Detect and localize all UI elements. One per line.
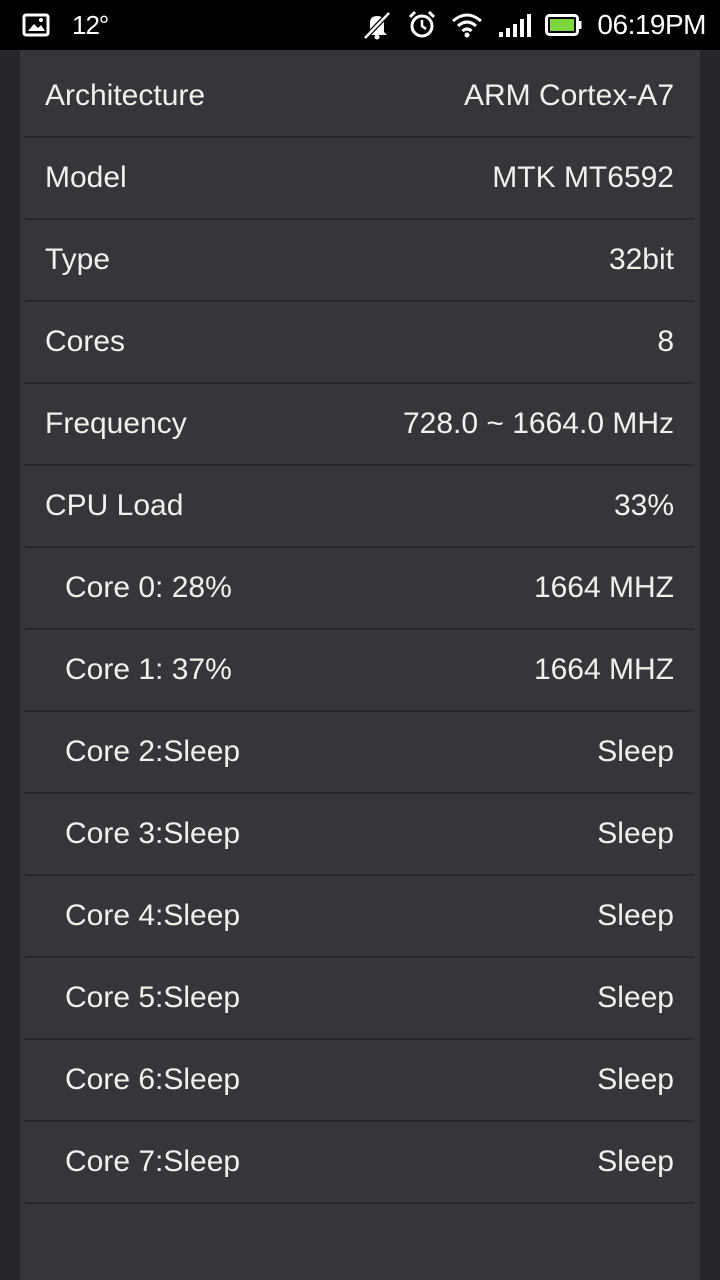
core-row-3: Core 3:Sleep Sleep — [25, 794, 694, 876]
cpu-info-card: Architecture ARM Cortex-A7 Model MTK MT6… — [20, 50, 700, 1280]
core-value: 1664 MHZ — [533, 571, 674, 604]
row-label: Architecture — [45, 79, 206, 112]
row-value: 32bit — [608, 243, 674, 276]
row-value: 728.0 ~ 1664.0 MHz — [402, 407, 674, 440]
wifi-icon — [451, 12, 483, 38]
core-value: Sleep — [597, 1145, 674, 1178]
core-row-4: Core 4:Sleep Sleep — [25, 876, 694, 958]
core-value: 1664 MHZ — [533, 653, 674, 686]
core-row-1: Core 1: 37% 1664 MHZ — [25, 630, 694, 712]
notifications-muted-icon — [361, 10, 393, 40]
core-value: Sleep — [597, 817, 674, 850]
core-row-2: Core 2:Sleep Sleep — [25, 712, 694, 794]
core-value: Sleep — [597, 1063, 674, 1096]
temperature-text: 12° — [72, 9, 109, 40]
info-row-architecture: Architecture ARM Cortex-A7 — [25, 56, 694, 138]
core-label: Core 5:Sleep — [65, 981, 241, 1014]
alarm-icon — [407, 10, 437, 40]
info-row-frequency: Frequency 728.0 ~ 1664.0 MHz — [25, 384, 694, 466]
core-label: Core 6:Sleep — [65, 1063, 241, 1096]
row-value: 33% — [613, 489, 674, 522]
core-label: Core 4:Sleep — [65, 899, 241, 932]
row-label: Type — [45, 243, 111, 276]
row-value: MTK MT6592 — [492, 161, 674, 194]
core-label: Core 3:Sleep — [65, 817, 241, 850]
status-bar: 12° 06:19PM — [0, 0, 720, 50]
info-row-cpu-load: CPU Load 33% — [25, 466, 694, 548]
clock-text: 06:19PM — [597, 9, 706, 40]
core-label: Core 1: 37% — [65, 653, 232, 686]
core-row-6: Core 6:Sleep Sleep — [25, 1040, 694, 1122]
info-row-model: Model MTK MT6592 — [25, 138, 694, 220]
core-label: Core 0: 28% — [65, 571, 232, 604]
core-label: Core 2:Sleep — [65, 735, 241, 768]
core-row-0: Core 0: 28% 1664 MHZ — [25, 548, 694, 630]
row-label: Cores — [45, 325, 126, 358]
core-value: Sleep — [597, 735, 674, 768]
battery-icon — [545, 13, 583, 37]
row-label: Frequency — [45, 407, 187, 440]
gallery-icon — [22, 13, 50, 37]
info-row-cores: Cores 8 — [25, 302, 694, 384]
core-row-7: Core 7:Sleep Sleep — [25, 1122, 694, 1204]
row-value: ARM Cortex-A7 — [463, 79, 674, 112]
info-row-type: Type 32bit — [25, 220, 694, 302]
row-label: CPU Load — [45, 489, 184, 522]
core-row-5: Core 5:Sleep Sleep — [25, 958, 694, 1040]
signal-icon — [497, 12, 532, 38]
row-label: Model — [45, 161, 127, 194]
core-value: Sleep — [597, 981, 674, 1014]
core-value: Sleep — [597, 899, 674, 932]
core-label: Core 7:Sleep — [65, 1145, 241, 1178]
row-value: 8 — [657, 325, 674, 358]
